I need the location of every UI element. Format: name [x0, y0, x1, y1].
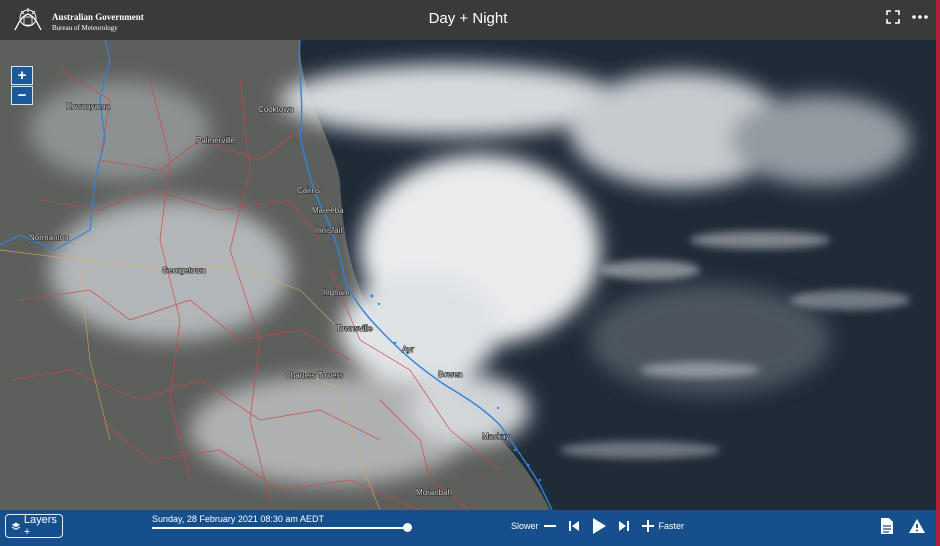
zoom-controls: + −: [11, 66, 33, 105]
satellite-image: Kowanyama Cooktown Palmerville Cairns Ma…: [0, 40, 936, 510]
warning-icon[interactable]: [908, 518, 926, 539]
play-icon: [592, 518, 606, 534]
place-label: Bowen: [438, 370, 462, 379]
place-label: Townsville: [336, 324, 373, 333]
place-label: Ingham: [323, 288, 350, 297]
zoom-in-button[interactable]: +: [11, 66, 33, 85]
minus-icon: [543, 525, 556, 527]
faster-button[interactable]: Faster: [641, 519, 685, 533]
playback-bar: Layers + Sunday, 28 February 2021 08:30 …: [0, 510, 936, 546]
step-back-button[interactable]: [567, 519, 581, 533]
layers-button[interactable]: Layers +: [5, 514, 63, 538]
place-label: Ayr: [402, 345, 414, 354]
place-label: Innisfail: [315, 226, 342, 235]
place-label: Cairns: [297, 186, 320, 195]
place-label: Charters Towers: [285, 371, 343, 380]
page-title: Day + Night: [428, 10, 508, 27]
step-forward-button[interactable]: [617, 519, 631, 533]
more-icon[interactable]: [912, 10, 928, 29]
layers-label: Layers +: [23, 514, 57, 538]
document-icon[interactable]: [880, 517, 894, 540]
faster-label: Faster: [658, 521, 685, 531]
place-label: Moranbah: [416, 488, 452, 497]
playback-controls: Slower Faster: [511, 517, 684, 535]
place-label: Mackay: [482, 432, 510, 441]
place-label: Palmerville: [196, 136, 236, 145]
slower-label: Slower: [511, 521, 539, 531]
step-forward-icon: [618, 521, 629, 531]
place-label: Cooktown: [258, 105, 294, 114]
timeline-handle[interactable]: [403, 523, 412, 532]
zoom-out-button[interactable]: −: [11, 86, 33, 105]
window-edge: [936, 0, 940, 546]
header-bar: Australian Government Bureau of Meteorol…: [0, 0, 936, 40]
satellite-viewer: Australian Government Bureau of Meteorol…: [0, 0, 936, 546]
layers-icon: [11, 521, 21, 530]
step-back-icon: [568, 521, 579, 531]
timestamp: Sunday, 28 February 2021 08:30 am AEDT: [152, 514, 324, 524]
plus-icon: [641, 520, 654, 532]
timeline-track[interactable]: [152, 527, 408, 529]
place-label: Georgetown: [162, 266, 206, 275]
slower-button[interactable]: Slower: [511, 519, 557, 533]
place-label: Kowanyama: [66, 102, 111, 111]
place-label: Mareeba: [312, 206, 344, 215]
play-button[interactable]: [591, 517, 607, 535]
fullscreen-icon[interactable]: [886, 10, 900, 29]
place-label: Normanton: [29, 233, 69, 242]
map-view[interactable]: Kowanyama Cooktown Palmerville Cairns Ma…: [0, 40, 936, 510]
